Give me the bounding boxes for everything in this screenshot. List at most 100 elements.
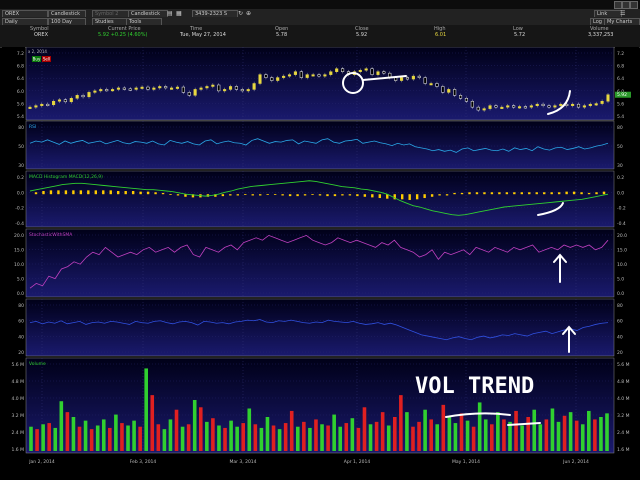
candle [358,69,362,72]
y-tick-label-right: 0.2 [617,175,624,181]
y-tick-label-right: 3.2 M [617,413,630,419]
panel-1 [25,120,615,170]
candle [441,86,445,93]
candle [234,86,238,90]
panel-title: StochasticWithSMA [29,232,73,238]
y-tick-label-right: 10.0 [617,262,627,268]
volume-bar [241,423,246,451]
panel-4 [25,298,615,357]
candle [140,86,144,89]
y-axis-right [615,47,639,120]
volume-bar [362,407,367,451]
y-tick-label-right: 15.0 [617,248,627,254]
macd-hist-bar [528,192,531,195]
candle [287,74,292,77]
y-tick-label-right: 4.8 M [617,379,630,385]
sell-button-label: Sell [43,57,50,62]
volume-bar [217,425,221,451]
volume-bar [490,424,494,451]
candle [559,103,563,106]
macd-hist-bar [356,194,359,197]
y-tick-label: 6.0 [17,89,24,95]
maximize-icon[interactable] [622,1,630,9]
volume-bar [223,427,227,451]
options-icon[interactable]: ☰ [620,10,625,17]
print-icon[interactable]: ▤ [167,10,173,17]
candle [529,105,533,108]
candle [429,83,433,86]
y-axis-left [2,358,25,453]
refresh-icon[interactable]: ↻ [238,10,243,17]
volume-bar [41,424,45,451]
volume-bar [483,419,488,451]
y-tick-label-right: 5.6 [617,101,624,107]
y-tick-label: 6.8 [17,64,24,70]
candle [488,105,492,109]
volume-bar [144,368,148,451]
macd-hist-bar [87,190,90,195]
macd-hist-bar [303,194,307,196]
macd-hist-bar [401,194,404,200]
candle [175,86,179,89]
macd-hist-bar [378,194,381,199]
y-tick-label: 5.4 [17,114,24,120]
y-tick-label: 30 [18,163,24,169]
candle [370,68,374,75]
macd-hist-bar [49,190,53,195]
macd-hist-bar [408,194,411,200]
volume-bar [471,426,476,451]
close-icon[interactable] [630,1,638,9]
macd-hist-bar [117,191,120,195]
volume-bar [162,429,167,451]
macd-hist-bar [468,192,471,195]
macd-hist-bar [550,192,553,195]
y-tick-label-right: 80 [617,125,623,131]
panel-0 [25,47,615,121]
y-tick-label: 6.4 [17,76,24,82]
y-tick-label-right: 6.8 [617,64,624,70]
volume-bar [417,421,421,451]
macd-hist-bar [64,190,68,195]
y-tick-label-right: -0.2 [617,206,626,212]
chart-area[interactable]: 7.27.26.86.86.46.46.06.05.65.65.45.48080… [0,47,640,480]
macd-hist-bar [236,194,239,196]
candle [453,89,457,96]
volume-bar [550,408,555,451]
volume-bar [289,410,294,451]
y-tick-label: 20.0 [14,233,24,239]
zoom-icon[interactable]: ⊕ [246,10,251,17]
volume-bar [247,408,252,451]
y-tick-label: 5.6 [17,101,24,107]
macd-hist-bar [131,191,135,195]
candle [600,100,604,104]
y-axis-left [2,47,25,120]
candle [246,89,250,92]
y-tick-label: 40 [18,334,24,340]
volume-bar [465,420,470,451]
macd-hist-bar [273,194,277,195]
settings-icon[interactable]: ▦ [176,10,182,17]
macd-hist-bar [161,192,165,195]
candle [193,89,197,96]
panel-title: RSI [29,124,36,130]
candle [105,89,109,92]
macd-hist-bar [326,194,329,197]
y-tick-label-right: 80 [617,303,623,309]
candle [293,71,297,75]
volume-bar [374,421,379,451]
volume-bar [502,419,506,451]
volume-bar [186,424,191,451]
candle [494,105,498,108]
panel-title: MACD Histogram MACD(12,26,9) [29,174,103,180]
volume-bar [132,420,136,451]
volume-bar [235,426,239,451]
minimize-icon[interactable] [614,1,622,9]
volume-bar [180,426,185,451]
x-tick-label: Apr 1, 2014 [344,459,371,465]
volume-bar [271,425,276,451]
y-tick-label: 15.0 [14,248,24,254]
candle [435,83,439,87]
candle [382,71,386,74]
x-tick-label: Mar 3, 2014 [229,459,256,465]
candle [535,103,539,106]
